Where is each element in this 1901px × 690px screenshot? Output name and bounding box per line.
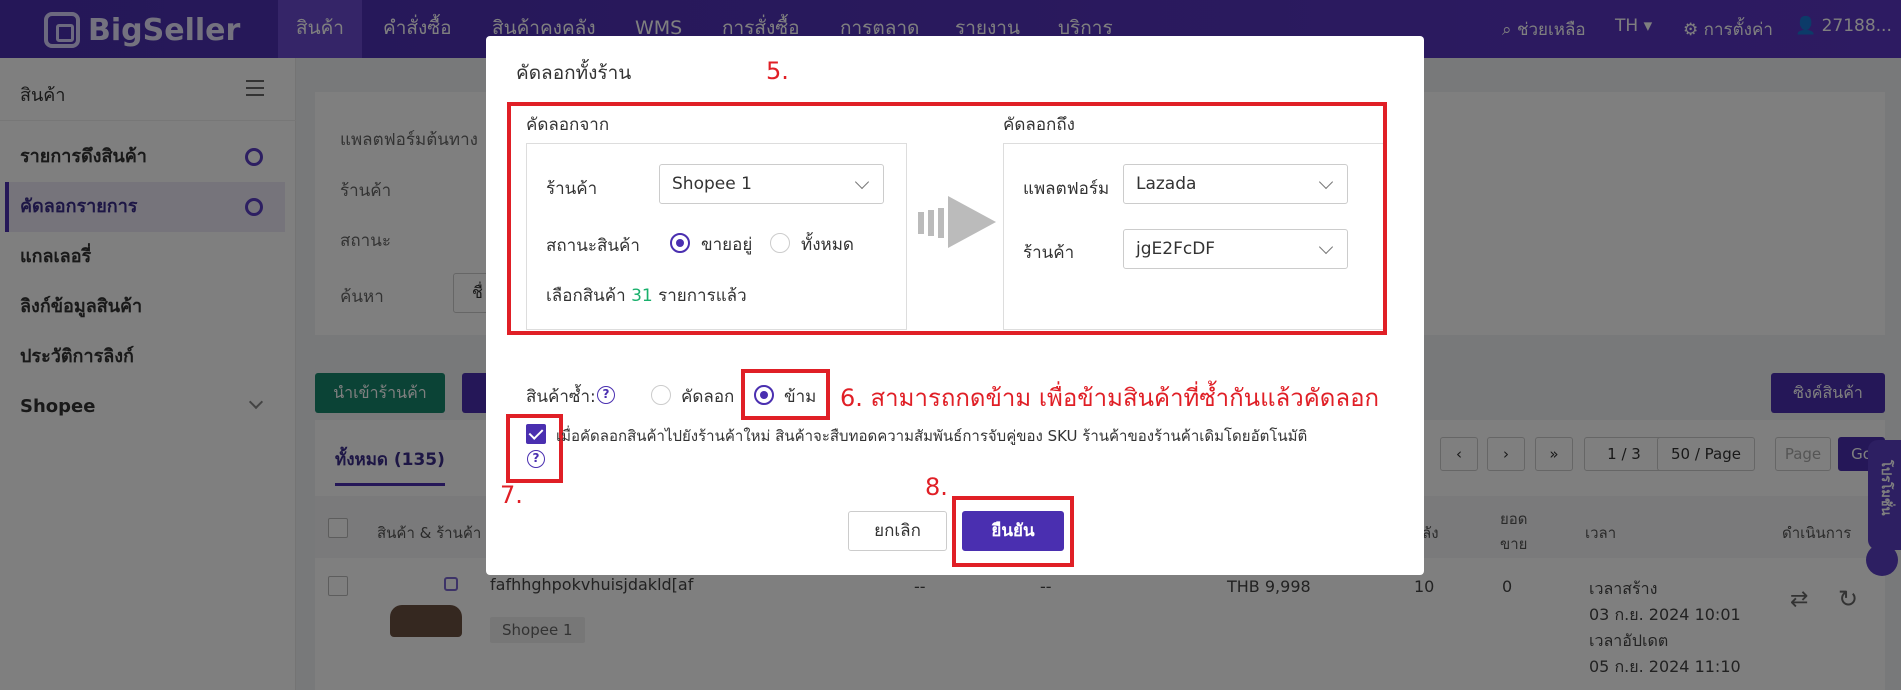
selected-prefix: เลือกสินค้า [546,286,626,306]
to-store-value: jgE2FcDF [1136,239,1216,259]
to-platform-value: Lazada [1136,174,1197,194]
arrow-right-icon [918,196,996,248]
selected-count: 31 [631,286,653,306]
duplicate-skip-radio[interactable] [754,385,774,405]
annotation-label-8: 8. [925,473,948,501]
product-status-label: สถานะสินค้า [546,236,640,256]
from-store-label: ร้านค้า [546,179,598,199]
from-store-value: Shopee 1 [672,174,752,194]
status-selling-radio[interactable] [670,233,690,253]
cancel-button[interactable]: ยกเลิก [848,511,947,551]
chevron-down-icon [1318,239,1334,255]
selected-suffix: รายการแล้ว [658,286,747,306]
help-icon[interactable]: ? [597,386,615,404]
status-all-radio[interactable] [770,233,790,253]
copy-to-heading: คัดลอกถึง [1003,115,1075,135]
help-icon[interactable]: ? [527,450,545,468]
status-all-label[interactable]: ทั้งหมด [801,231,854,258]
to-store-label: ร้านค้า [1023,243,1075,263]
to-platform-label: แพลตฟอร์ม [1023,179,1110,199]
status-selling-label[interactable]: ขายอยู่ [701,231,752,258]
to-store-select[interactable]: jgE2FcDF [1123,229,1348,269]
chevron-down-icon [1318,174,1334,190]
inherit-sku-checkbox[interactable] [526,424,546,444]
duplicate-products-label: สินค้าซ้ำ: [526,387,596,407]
copy-whole-store-dialog: คัดลอกทั้งร้าน คัดลอกจาก ร้านค้า Shopee … [486,36,1424,575]
confirm-button[interactable]: ยืนยัน [962,511,1064,551]
annotation-label-5: 5. [766,57,789,85]
duplicate-skip-label[interactable]: ข้าม [784,383,816,410]
to-platform-select[interactable]: Lazada [1123,164,1348,204]
chevron-down-icon [854,174,870,190]
dialog-title: คัดลอกทั้งร้าน [516,62,632,84]
from-store-select[interactable]: Shopee 1 [659,164,884,204]
selected-products-text: เลือกสินค้า 31 รายการแล้ว [546,282,747,309]
copy-from-heading: คัดลอกจาก [526,115,610,135]
inherit-sku-text: เมื่อคัดลอกสินค้าไปยังร้านค้าใหม่ สินค้า… [556,427,1308,445]
duplicate-copy-radio[interactable] [651,385,671,405]
annotation-label-7: 7. [500,481,523,509]
annotation-label-6: 6. สามารถกดข้าม เพื่อข้ามสินค้าที่ซ้ำกัน… [840,384,1380,412]
duplicate-copy-label[interactable]: คัดลอก [681,383,734,410]
